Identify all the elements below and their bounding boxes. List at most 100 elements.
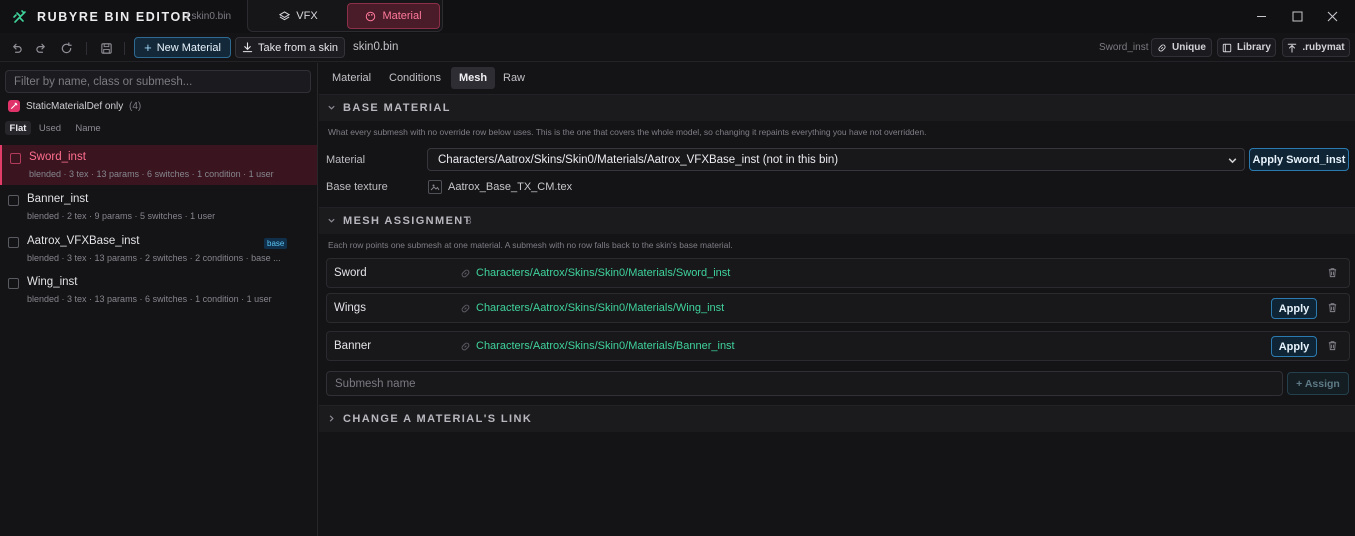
material-field-label: Material	[326, 154, 366, 166]
tab-mesh[interactable]: Mesh	[451, 67, 496, 89]
staticmaterialdef-toggle[interactable]	[8, 100, 20, 112]
apply-base-material-button[interactable]: Apply Sword_inst	[1249, 148, 1349, 171]
material-meta: blended · 3 tex · 13 params · 6 switches…	[29, 169, 274, 179]
apply-button[interactable]: Apply	[1271, 336, 1317, 357]
library-icon	[1222, 43, 1232, 53]
material-list-item[interactable]: Banner_inst blended · 2 tex · 9 params ·…	[0, 187, 317, 227]
trash-icon[interactable]	[1327, 302, 1338, 313]
material-path[interactable]: Characters/Aatrox/Skins/Skin0/Materials/…	[476, 302, 724, 314]
assignment-row: Sword Characters/Aatrox/Skins/Skin0/Mate…	[326, 258, 1350, 288]
maximize-button[interactable]	[1284, 4, 1310, 28]
take-from-skin-label: Take from a skin	[257, 41, 339, 54]
take-from-skin-button[interactable]: Take from a skin	[235, 37, 345, 58]
base-texture-name: Aatrox_Base_TX_CM.tex	[448, 181, 573, 193]
submesh-name: Banner	[334, 340, 372, 352]
tab-raw[interactable]: Raw	[495, 67, 533, 89]
material-list-item[interactable]: Sword_inst blended · 3 tex · 13 params ·…	[0, 145, 317, 185]
section-description: What every submesh with no override row …	[328, 127, 927, 137]
toggle-count: (4)	[129, 101, 142, 112]
current-file-name: skin0.bin	[353, 41, 399, 53]
chevron-down-icon	[327, 103, 336, 112]
minimize-button[interactable]	[1248, 4, 1274, 28]
trash-icon[interactable]	[1327, 340, 1338, 351]
base-badge: base	[264, 238, 288, 249]
mesh-assignment-section-header[interactable]: MESH ASSIGNMENT 3	[319, 207, 1355, 234]
wand-icon	[11, 102, 18, 109]
assignment-count: 3	[466, 216, 472, 227]
filter-input[interactable]	[5, 70, 311, 93]
tab-material-editor[interactable]: Material	[324, 67, 379, 89]
current-material-label: Sword_inst	[1099, 42, 1149, 53]
palette-icon	[365, 11, 376, 22]
toolbar-divider	[124, 42, 125, 55]
download-icon	[242, 42, 253, 53]
main-panel: Material Conditions Mesh Raw BASE MATERI…	[319, 63, 1355, 536]
redo-icon[interactable]	[33, 40, 49, 56]
submesh-name: Wings	[334, 302, 366, 314]
title-bar: RUBYRE BIN EDITOR / skin0.bin VFX Materi…	[0, 0, 1355, 33]
base-material-section-header[interactable]: BASE MATERIAL	[319, 94, 1355, 121]
assignment-row: Wings Characters/Aatrox/Skins/Skin0/Mate…	[326, 293, 1350, 323]
material-list-item[interactable]: Aatrox_VFXBase_inst base blended · 3 tex…	[0, 229, 317, 269]
material-list-item[interactable]: Wing_inst blended · 3 tex · 13 params · …	[0, 270, 317, 310]
image-icon	[428, 180, 442, 194]
maximize-icon	[1292, 11, 1302, 21]
toolbar-divider	[86, 42, 87, 55]
library-label: Library	[1237, 42, 1271, 53]
change-link-section-header[interactable]: CHANGE A MATERIAL'S LINK	[319, 405, 1355, 432]
unique-label: Unique	[1172, 42, 1206, 53]
section-description: Each row points one submesh at one mater…	[328, 240, 733, 250]
link-icon	[1157, 43, 1167, 53]
tab-vfx[interactable]: VFX	[252, 3, 345, 29]
close-button[interactable]	[1319, 4, 1345, 28]
library-button[interactable]: Library	[1217, 38, 1276, 57]
tab-material-label: Material	[382, 10, 422, 22]
sidebar: StaticMaterialDef only (4) Flat Used Nam…	[0, 63, 318, 536]
chevron-right-icon	[327, 414, 336, 423]
unique-button[interactable]: Unique	[1151, 38, 1212, 57]
material-name: Sword_inst	[29, 151, 86, 163]
texture-field-label: Base texture	[326, 181, 388, 193]
selected-material: Characters/Aatrox/Skins/Skin0/Materials/…	[438, 154, 839, 166]
material-meta: blended · 2 tex · 9 params · 5 switches …	[27, 211, 216, 221]
submesh-name: Sword	[334, 267, 367, 279]
chevron-down-icon	[327, 216, 336, 225]
link-icon	[460, 341, 471, 352]
rubymat-label: .rubymat	[1302, 42, 1345, 53]
apply-button[interactable]: Apply	[1271, 298, 1317, 319]
material-path[interactable]: Characters/Aatrox/Skins/Skin0/Materials/…	[476, 340, 735, 352]
export-icon	[1287, 43, 1297, 53]
submesh-name-input[interactable]	[326, 371, 1283, 396]
item-checkbox[interactable]	[8, 237, 19, 248]
view-tab-name[interactable]: Name	[71, 121, 105, 135]
trash-icon[interactable]	[1327, 267, 1338, 278]
save-icon[interactable]	[98, 40, 114, 56]
mode-tabs: VFX Material	[247, 0, 443, 32]
material-name: Aatrox_VFXBase_inst	[27, 235, 140, 247]
view-tab-flat[interactable]: Flat	[5, 121, 31, 135]
material-path[interactable]: Characters/Aatrox/Skins/Skin0/Materials/…	[476, 267, 730, 279]
app-title: RUBYRE BIN EDITOR	[37, 10, 193, 24]
tab-material[interactable]: Material	[347, 3, 440, 29]
new-material-label: New Material	[156, 41, 221, 54]
undo-icon[interactable]	[8, 40, 24, 56]
section-title: MESH ASSIGNMENT	[343, 215, 472, 227]
app-logo-icon	[12, 9, 28, 25]
section-title: CHANGE A MATERIAL'S LINK	[343, 413, 533, 425]
item-checkbox[interactable]	[10, 153, 21, 164]
item-checkbox[interactable]	[8, 195, 19, 206]
material-name: Banner_inst	[27, 193, 89, 205]
new-material-button[interactable]: + New Material	[134, 37, 231, 58]
link-icon	[460, 268, 471, 279]
rubymat-button[interactable]: .rubymat	[1282, 38, 1350, 57]
layers-icon	[279, 10, 291, 22]
base-material-select[interactable]: Characters/Aatrox/Skins/Skin0/Materials/…	[427, 148, 1245, 171]
link-icon	[460, 303, 471, 314]
toolbar: + New Material Take from a skin skin0.bi…	[0, 34, 1355, 62]
view-tab-used[interactable]: Used	[36, 121, 64, 135]
section-title: BASE MATERIAL	[343, 102, 451, 114]
tab-conditions[interactable]: Conditions	[381, 67, 449, 89]
reload-icon[interactable]	[58, 40, 74, 56]
item-checkbox[interactable]	[8, 278, 19, 289]
assign-button[interactable]: + Assign	[1287, 372, 1349, 395]
